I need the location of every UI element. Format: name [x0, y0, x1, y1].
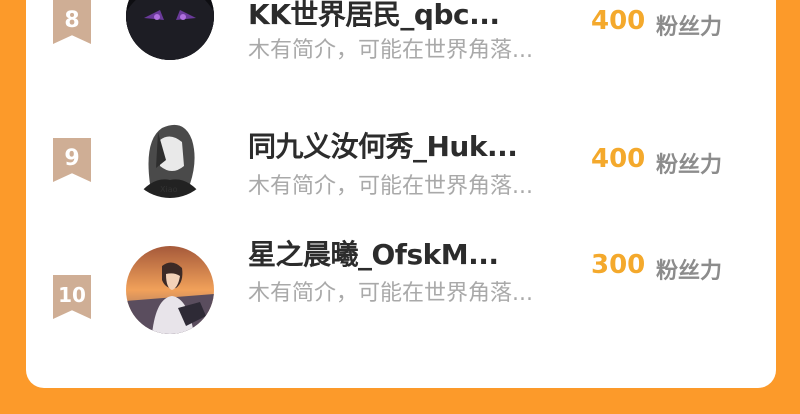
avatar[interactable] — [126, 246, 214, 334]
user-bio: 木有简介，可能在世界角落... — [248, 38, 533, 63]
svg-text:Xiao: Xiao — [160, 185, 178, 194]
avatar[interactable]: Xiao — [126, 110, 214, 198]
fan-power-count: 300 — [591, 250, 646, 280]
fan-power-count: 400 — [591, 144, 646, 174]
user-bio: 木有简介，可能在世界角落... — [248, 281, 533, 306]
ranking-card: 8 KK世界居民_qbc... 木有简介，可能在世界角落... 400 粉丝力 … — [26, 0, 776, 388]
rank-badge: 9 — [53, 138, 91, 182]
list-item[interactable]: 10 星之晨曦_OfskM... 木有简介，可能在世界角落... 300 粉丝力 — [26, 238, 776, 358]
fan-power-count: 400 — [591, 6, 646, 36]
avatar[interactable] — [126, 0, 214, 60]
list-item[interactable]: 9 Xiao 同九义汝何秀_Huk... 木有简介，可能在世界角落... 400… — [26, 108, 776, 218]
fan-power-label: 粉丝力 — [656, 153, 723, 178]
dark-anime-avatar-icon — [126, 0, 214, 60]
sunset-boy-avatar-icon — [126, 246, 214, 334]
list-item[interactable]: 8 KK世界居民_qbc... 木有简介，可能在世界角落... 400 粉丝力 — [26, 0, 776, 80]
sketch-anime-avatar-icon: Xiao — [126, 110, 214, 198]
fan-power-label: 粉丝力 — [656, 15, 723, 40]
user-bio: 木有简介，可能在世界角落... — [248, 174, 533, 199]
user-name[interactable]: KK世界居民_qbc... — [248, 0, 500, 33]
fan-power-label: 粉丝力 — [656, 259, 723, 284]
user-name[interactable]: 同九义汝何秀_Huk... — [248, 125, 518, 165]
rank-badge: 8 — [53, 0, 91, 44]
rank-badge: 10 — [53, 275, 91, 319]
user-name[interactable]: 星之晨曦_OfskM... — [248, 233, 499, 273]
